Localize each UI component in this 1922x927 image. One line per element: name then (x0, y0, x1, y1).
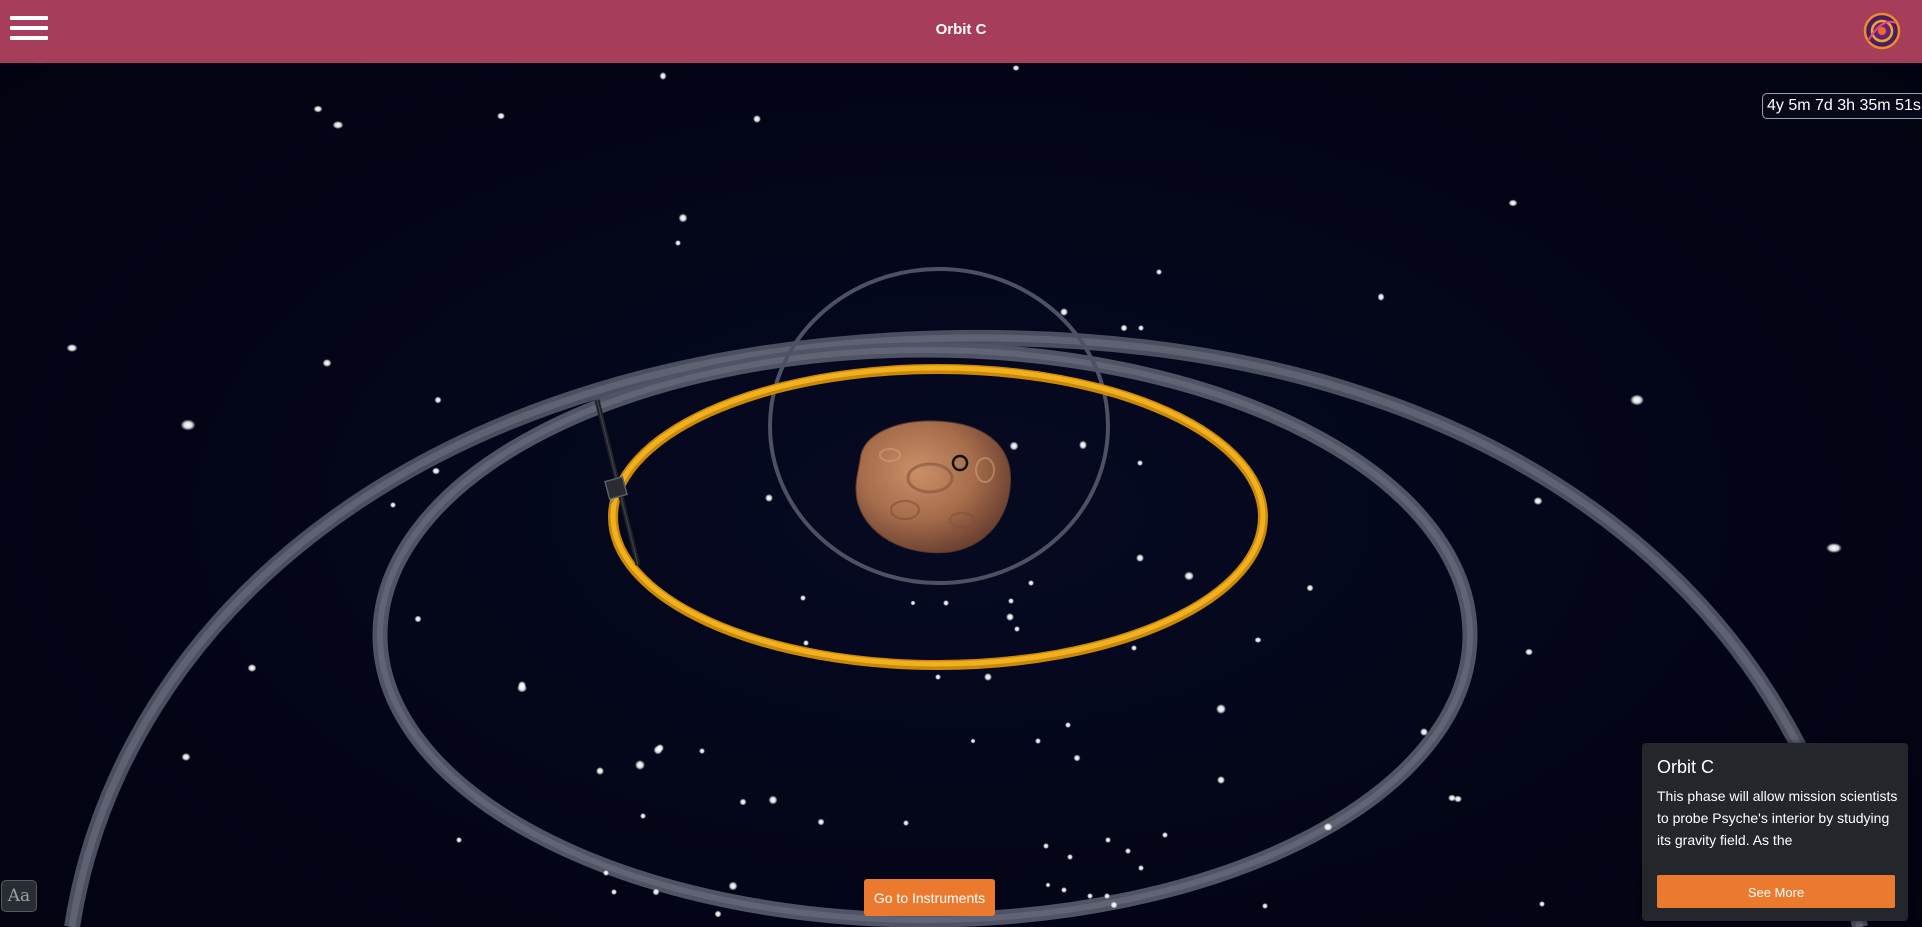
star (414, 615, 422, 623)
asteroid-psyche (855, 420, 1012, 554)
star (1035, 738, 1041, 744)
star (1138, 865, 1144, 871)
star (1125, 848, 1131, 854)
star (1060, 308, 1068, 316)
star (675, 240, 681, 246)
star (313, 105, 323, 113)
star (803, 640, 809, 646)
font-size-button[interactable]: Aa (1, 880, 37, 912)
star (653, 745, 663, 755)
star (984, 673, 992, 681)
mission-countdown: 4y 5m 7d 3h 35m 51s (1762, 93, 1922, 119)
star (434, 396, 442, 404)
star (652, 888, 660, 896)
star (1217, 776, 1225, 784)
star (1420, 728, 1428, 736)
star (640, 813, 646, 819)
star (1323, 823, 1333, 831)
star (800, 595, 806, 601)
star (1105, 837, 1111, 843)
star (1067, 854, 1073, 860)
star (332, 121, 344, 129)
page-title: Orbit C (935, 21, 987, 38)
star (247, 664, 257, 672)
star (1014, 626, 1020, 632)
star (1254, 637, 1262, 643)
star (1525, 648, 1533, 656)
star (1079, 440, 1087, 450)
star (1184, 571, 1194, 581)
star (1216, 704, 1226, 714)
star (678, 213, 688, 223)
info-card-body: This phase will allow mission scientists… (1657, 788, 1898, 848)
star (817, 818, 825, 826)
star (935, 674, 941, 680)
star (970, 738, 976, 744)
star (753, 115, 761, 123)
go-to-instruments-button[interactable]: Go to Instruments (864, 879, 995, 916)
star (66, 344, 78, 352)
star (659, 72, 667, 80)
star (1028, 580, 1034, 586)
star (180, 419, 196, 431)
star (1110, 901, 1118, 909)
star (1087, 893, 1093, 899)
star (765, 494, 773, 502)
star (1045, 882, 1051, 888)
star (768, 795, 778, 805)
star (1009, 441, 1019, 451)
star (1012, 65, 1020, 71)
star (1539, 901, 1545, 907)
orbit-scene[interactable] (0, 63, 1922, 927)
star (1630, 394, 1644, 406)
star (611, 889, 617, 895)
psyche-logo-icon[interactable] (1862, 11, 1902, 51)
star (1131, 645, 1137, 651)
star (739, 798, 747, 806)
star (728, 881, 738, 891)
star (943, 600, 949, 606)
star (1104, 893, 1110, 899)
star (1008, 598, 1014, 604)
star (1061, 887, 1067, 893)
star (699, 748, 705, 754)
star (1377, 293, 1385, 301)
star (517, 683, 527, 693)
star (1043, 843, 1049, 849)
star (903, 820, 909, 826)
info-card-title: Orbit C (1657, 757, 1715, 777)
star (37, 63, 43, 64)
star (1137, 460, 1143, 466)
star (1138, 325, 1144, 331)
star (456, 837, 462, 843)
app-root: Orbit C 4y 5m 7d 3h 35m 51s Aa Go to Ins… (0, 0, 1922, 927)
star (1156, 269, 1162, 275)
star (1508, 199, 1518, 207)
info-card: Orbit C This phase will allow mission sc… (1642, 743, 1908, 921)
star (432, 467, 440, 475)
star (1065, 722, 1071, 728)
top-bar: Orbit C (0, 0, 1922, 63)
star (1006, 613, 1014, 621)
star (181, 753, 191, 761)
star (603, 870, 609, 876)
star (1136, 554, 1144, 562)
star (322, 359, 332, 367)
star (1120, 324, 1128, 332)
star (1262, 903, 1268, 909)
star (1533, 497, 1543, 505)
star (1073, 754, 1081, 762)
star (497, 112, 505, 120)
star (910, 600, 916, 606)
star (1826, 543, 1842, 553)
star (390, 502, 396, 508)
see-more-button[interactable]: See More (1657, 875, 1895, 908)
star (635, 760, 645, 770)
star (1448, 794, 1456, 802)
star (714, 910, 722, 918)
star (596, 767, 604, 775)
star (1306, 584, 1314, 592)
star (1162, 832, 1168, 838)
